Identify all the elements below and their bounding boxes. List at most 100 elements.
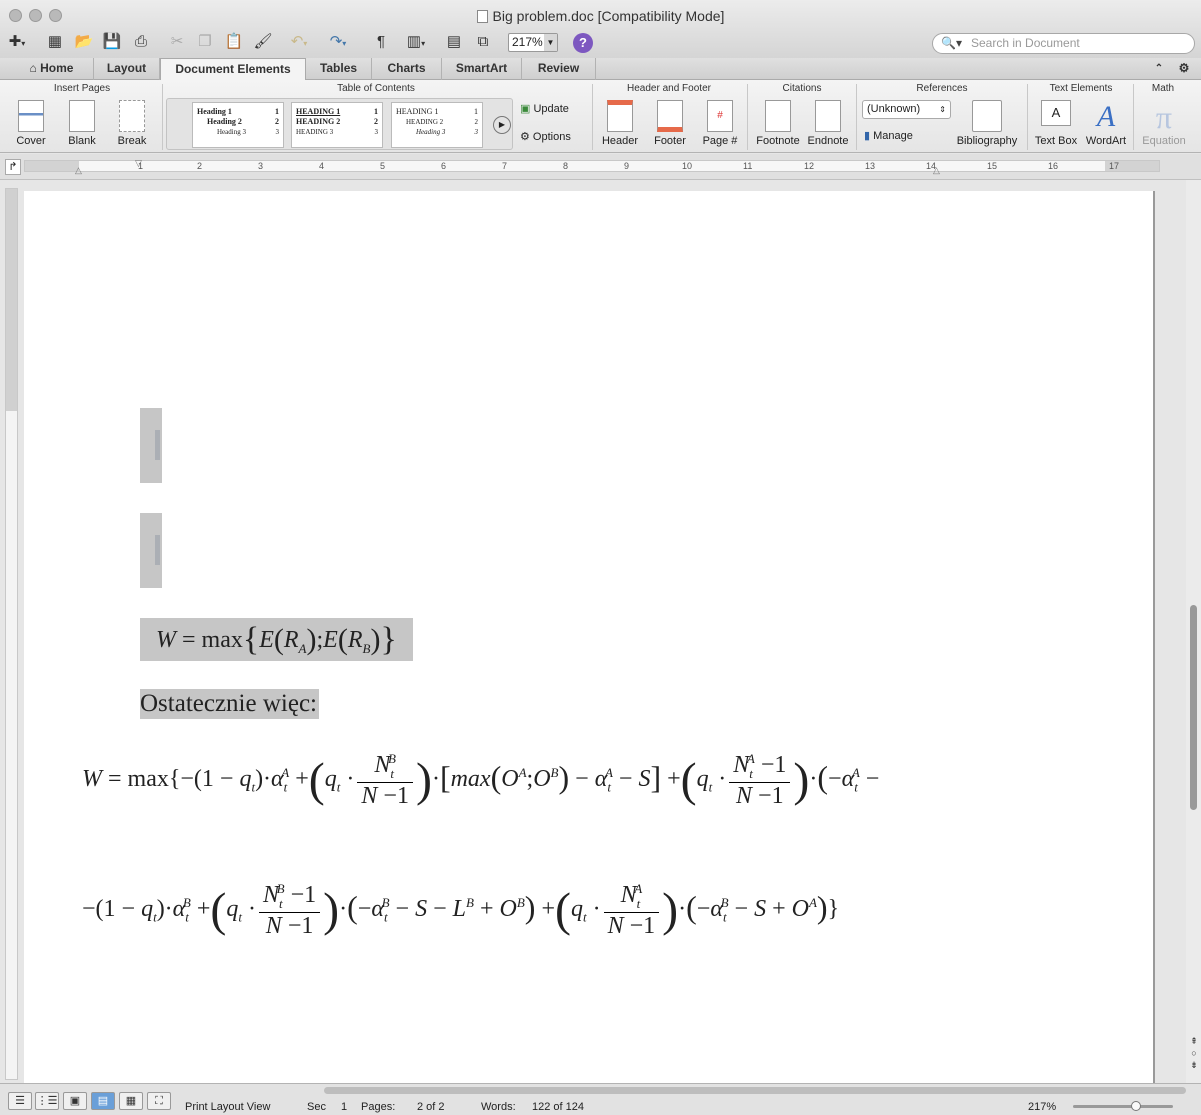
equation-line-1[interactable]: W = max{−(1 − qt)·αtA +(qt · NtB N −1)·[ma… xyxy=(82,751,879,810)
wordart-button[interactable]: A WordArt xyxy=(1083,100,1129,147)
ruler-number: 10 xyxy=(682,161,693,171)
horizontal-scrollbar[interactable] xyxy=(324,1087,1186,1094)
vertical-scroll-thumb[interactable] xyxy=(1190,605,1197,810)
ruler-number: 3 xyxy=(258,161,264,171)
group-divider xyxy=(747,84,748,150)
gallery-next-icon[interactable]: ▶ xyxy=(493,116,511,134)
toc-style-2[interactable]: HEADING 1 1 HEADING 2 2 HEADING 3 3 xyxy=(291,102,383,148)
inline-image[interactable] xyxy=(140,408,162,483)
group-label-text-elements: Text Elements xyxy=(1049,83,1113,94)
open-icon[interactable]: 📂 xyxy=(73,32,95,52)
paragraph-text[interactable]: Ostatecznie więc: xyxy=(140,689,319,719)
gallery-icon[interactable]: ▤ xyxy=(443,32,465,52)
tab-label: Document Elements xyxy=(175,62,291,76)
zoom-slider-thumb[interactable] xyxy=(1131,1101,1141,1111)
break-button[interactable]: Break xyxy=(108,100,156,147)
tab-review[interactable]: Review xyxy=(522,58,596,80)
tab-charts[interactable]: Charts xyxy=(372,58,442,80)
footer-button[interactable]: Footer xyxy=(648,100,692,147)
options-icon: ⚙ xyxy=(520,131,533,143)
page-number-button[interactable]: # Page # xyxy=(698,100,742,147)
cover-button[interactable]: Cover xyxy=(8,100,54,147)
show-formatting-icon[interactable]: ¶ xyxy=(370,32,392,52)
notebook-layout-view-icon[interactable]: ▦ xyxy=(119,1092,143,1110)
browse-controls-icon[interactable]: ⇞ ○ ⇟ xyxy=(1188,1035,1200,1071)
inline-image[interactable] xyxy=(140,513,162,588)
undo-icon[interactable]: ↶▾ xyxy=(288,32,310,52)
document-page[interactable]: W = max{E(RA);E(RB)} Ostatecznie więc: W… xyxy=(24,191,1155,1083)
first-line-indent-marker-icon[interactable]: ▽ xyxy=(135,158,142,169)
gear-icon[interactable]: ⚙ xyxy=(1172,58,1196,80)
ruler-number: 17 xyxy=(1109,161,1120,171)
save-icon[interactable]: 💾 xyxy=(101,32,123,52)
toolbox-icon[interactable]: ⧉ xyxy=(472,32,494,52)
equation-w-max[interactable]: W = max{E(RA);E(RB)} xyxy=(140,618,413,661)
print-icon[interactable]: ⎙ xyxy=(130,32,152,52)
equation-button[interactable]: π Equation xyxy=(1138,100,1190,147)
format-painter-icon[interactable]: 🖌 xyxy=(252,32,274,52)
tab-document-elements[interactable]: Document Elements xyxy=(160,58,306,80)
group-divider xyxy=(1027,84,1028,150)
ruler-number: 9 xyxy=(624,161,630,171)
left-indent-marker-icon[interactable]: △ xyxy=(75,165,82,176)
cut-icon[interactable]: ✂ xyxy=(166,32,188,52)
search-input[interactable]: 🔍▾ Search in Document xyxy=(932,33,1195,54)
vertical-scrollbar[interactable]: ⇞ ○ ⇟ xyxy=(1186,180,1201,1083)
toc-n1: 1 xyxy=(474,107,478,116)
right-indent-marker-icon[interactable]: △ xyxy=(933,165,940,176)
citation-style-value: (Unknown) xyxy=(867,103,921,115)
outline-view-icon[interactable]: ⋮☰ xyxy=(35,1092,59,1110)
draft-view-icon[interactable]: ☰ xyxy=(8,1092,32,1110)
update-toc-button[interactable]: ▣ Update xyxy=(520,102,582,115)
ruler-number: 15 xyxy=(987,161,998,171)
new-document-icon[interactable]: ✚▾ xyxy=(6,32,28,52)
full-screen-view-icon[interactable]: ⛶ xyxy=(147,1092,171,1110)
tab-home[interactable]: ⌂ Home xyxy=(10,58,94,80)
ruler-number: 7 xyxy=(502,161,508,171)
group-divider xyxy=(1133,84,1134,150)
zoom-select[interactable]: 217% ▼ xyxy=(508,33,558,52)
toc-n1: 1 xyxy=(275,107,279,116)
help-icon[interactable]: ? xyxy=(573,33,593,53)
cover-label: Cover xyxy=(16,135,46,147)
footnote-button[interactable]: Footnote xyxy=(752,100,804,147)
templates-icon[interactable]: ▦ xyxy=(44,32,66,52)
toc-style-1[interactable]: Heading 1 1 Heading 2 2 Heading 3 3 xyxy=(192,102,284,148)
toc-n3: 3 xyxy=(374,128,379,136)
bibliography-icon xyxy=(972,100,1002,132)
toc-h2: HEADING 2 xyxy=(406,118,444,126)
toc-style-3[interactable]: HEADING 1 1 HEADING 2 2 Heading 3 3 xyxy=(391,102,483,148)
manage-sources-button[interactable]: ▮ Manage xyxy=(864,129,934,142)
text-box-button[interactable]: A Text Box xyxy=(1031,100,1081,147)
group-divider xyxy=(856,84,857,150)
tab-stop-selector-icon[interactable]: ↱ xyxy=(5,159,21,175)
horizontal-ruler[interactable]: 1 2 3 4 5 6 7 8 9 10 11 12 13 14 15 16 1… xyxy=(24,158,1160,175)
horizontal-ruler-bar: ↱ 1 2 3 4 5 6 7 8 9 10 11 12 13 14 15 16… xyxy=(0,154,1201,180)
ruler-number: 12 xyxy=(804,161,815,171)
tab-smartart[interactable]: SmartArt xyxy=(442,58,522,80)
redo-icon[interactable]: ↷▾ xyxy=(327,32,349,52)
copy-icon[interactable]: ❐ xyxy=(194,32,216,52)
document-icon xyxy=(476,10,488,23)
vertical-ruler[interactable] xyxy=(5,188,18,1080)
toc-n2: 2 xyxy=(275,117,279,126)
tab-tables[interactable]: Tables xyxy=(306,58,372,80)
endnote-button[interactable]: Endnote xyxy=(805,100,851,147)
equation-line-2[interactable]: −(1 − qt)·αtB +(qt · NtB −1 N −1)·(−αtB − … xyxy=(82,881,839,940)
citation-style-select[interactable]: (Unknown) ⇕ xyxy=(862,100,951,119)
tab-label: Home xyxy=(40,61,74,75)
publishing-layout-view-icon[interactable]: ▣ xyxy=(63,1092,87,1110)
tab-layout[interactable]: Layout xyxy=(94,58,160,80)
zoom-slider[interactable] xyxy=(1073,1101,1173,1111)
chevron-down-icon: ▼ xyxy=(544,34,557,51)
header-button[interactable]: Header xyxy=(598,100,642,147)
collapse-ribbon-icon[interactable]: ⌃ xyxy=(1148,58,1170,80)
blank-button[interactable]: Blank xyxy=(60,100,104,147)
bibliography-button[interactable]: Bibliography xyxy=(954,100,1020,147)
header-label: Header xyxy=(601,135,639,147)
sidebar-icon[interactable]: ▥▾ xyxy=(405,32,427,52)
toc-options-button[interactable]: ⚙ Options xyxy=(520,130,588,143)
print-layout-view-icon[interactable]: ▤ xyxy=(91,1092,115,1110)
paste-icon[interactable]: 📋 xyxy=(223,32,245,52)
bibliography-label: Bibliography xyxy=(956,135,1018,147)
